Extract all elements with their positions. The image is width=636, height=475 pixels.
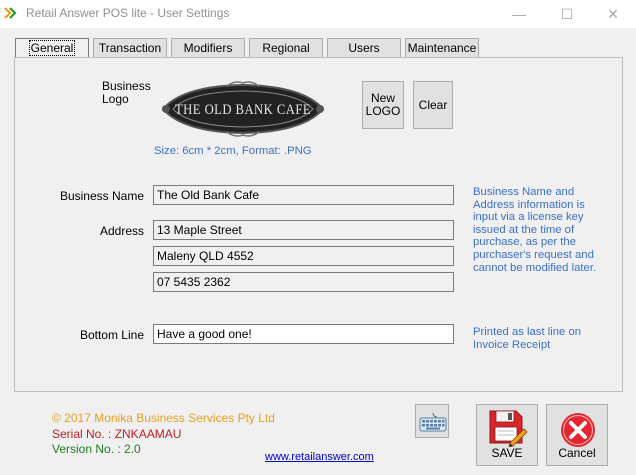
cancel-button[interactable]: Cancel [546,404,608,466]
bottom-line-label: Bottom Line [79,328,144,342]
website-link[interactable]: www.retailanswer.com [265,451,374,463]
logo-text: The Old Bank Cafe [175,102,311,118]
floppy-pencil-icon [488,409,528,450]
address-line1-field: 13 Maple Street [153,220,454,240]
bottom-line-note: Printed as last line on Invoice Receipt [473,326,582,351]
tab-maintenance[interactable]: Maintenance [405,38,479,58]
save-button[interactable]: SAVE [476,404,538,466]
address-line3-field: 07 5435 2362 [153,272,454,292]
title-bar: Retail Answer POS lite - User Settings —… [0,0,636,28]
tab-transaction[interactable]: Transaction [93,38,167,58]
save-label: SAVE [491,446,523,460]
minimize-button[interactable]: — [496,0,542,28]
license-info-note: Business Name and Address information is… [473,186,597,274]
business-logo-label: Business Logo [102,79,151,106]
business-name-field: The Old Bank Cafe [153,185,454,205]
cancel-label: Cancel [558,446,596,460]
tab-general[interactable]: General [15,38,89,58]
window-title: Retail Answer POS lite - User Settings [26,6,230,20]
new-logo-button[interactable]: New LOGO [362,81,404,129]
close-window-button[interactable]: ✕ [590,0,636,28]
tab-users[interactable]: Users [327,38,401,58]
keyboard-button[interactable] [415,404,449,438]
business-logo-image: The Old Bank Cafe [153,80,333,138]
keyboard-icon [419,411,447,436]
address-line2-field: Maleny QLD 4552 [153,246,454,266]
clear-logo-button[interactable]: Clear [413,81,453,129]
app-double-chevron-icon [4,6,22,23]
version-text: Version No. : 2.0 [52,442,141,456]
tab-regional[interactable]: Regional [249,38,323,58]
serial-number-text: Serial No. : ZNKAAMAU [52,427,182,441]
bottom-line-input[interactable]: Have a good one! [153,324,454,344]
logo-size-hint: Size: 6cm * 2cm, Format: .PNG [154,145,312,157]
business-name-label: Business Name [59,189,144,203]
copyright-text: © 2017 Monika Business Services Pty Ltd [52,411,275,425]
maximize-button[interactable]: ☐ [544,0,590,28]
address-label: Address [99,224,144,238]
tab-modifiers[interactable]: Modifiers [171,38,245,58]
